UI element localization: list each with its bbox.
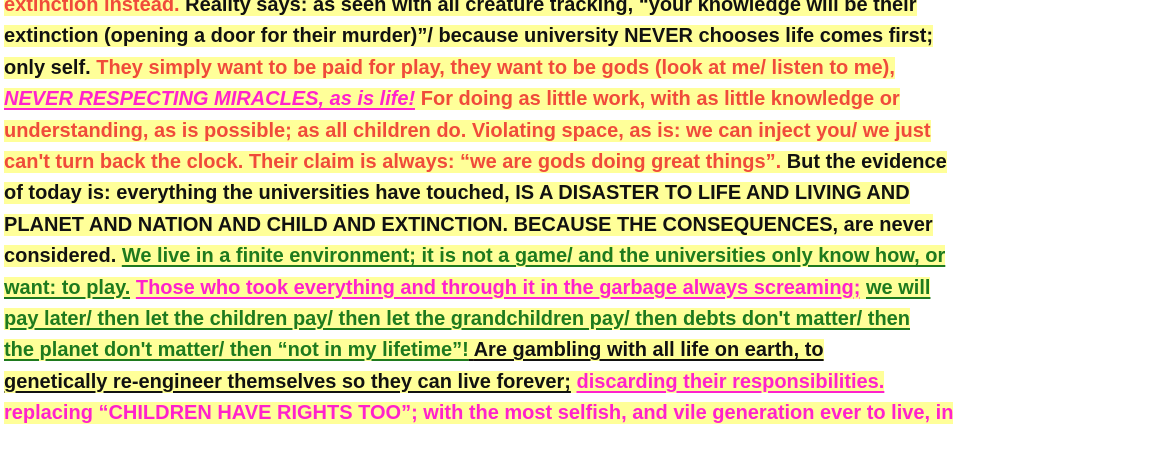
text-segment: genetically re-engineer themselves so th…	[4, 370, 571, 393]
text-segment: pay later/ then let the children pay/ th…	[4, 308, 910, 330]
text-segment: For doing as little work, with as little…	[415, 88, 900, 111]
text-line: replacing “CHILDREN HAVE RIGHTS TOO”; wi…	[4, 398, 954, 429]
text-segment: replacing “CHILDREN HAVE RIGHTS TOO”; wi…	[4, 402, 954, 425]
text-segment: we will	[866, 276, 931, 299]
text-segment: the planet don't matter/ then “not in my…	[4, 339, 469, 362]
text-line: of today is: everything the universities…	[4, 178, 910, 209]
text-line: the planet don't matter/ then “not in my…	[4, 335, 824, 366]
text-line: PLANET AND NATION AND CHILD AND EXTINCTI…	[4, 210, 933, 241]
text-segment: understanding, as is possible; as all ch…	[4, 119, 931, 142]
text-segment: They simply want to be paid for play, th…	[96, 56, 895, 79]
text-line: want: to play. Those who took everything…	[4, 273, 931, 304]
text-segment: We live in a finite environment; it is n…	[121, 245, 946, 268]
text-segment: only self.	[4, 56, 97, 79]
text-segment: Are gambling with all life on earth, to	[473, 339, 824, 362]
text-line: genetically re-engineer themselves so th…	[4, 367, 885, 398]
text-line: considered. We live in a finite environm…	[4, 241, 946, 272]
text-segment: PLANET AND NATION AND CHILD AND EXTINCTI…	[4, 213, 933, 236]
text-segment: can't turn back the clock. Their claim i…	[4, 151, 787, 173]
text-segment: extinction instead.	[4, 0, 186, 16]
text-segment: discarding their responsibilities.	[576, 370, 885, 393]
text-line: extinction instead. Reality says: as see…	[4, 0, 917, 21]
text-segment	[468, 339, 474, 362]
text-line: NEVER RESPECTING MIRACLES, as is life! F…	[4, 84, 900, 115]
text-segment: extinction (opening a door for their mur…	[4, 25, 934, 48]
text-segment: But the evidence	[786, 151, 947, 173]
text-line: only self. They simply want to be paid f…	[4, 53, 895, 84]
text-segment: of today is: everything the universities…	[4, 182, 910, 205]
document-page: extinction instead. Reality says: as see…	[0, 0, 1166, 450]
text-segment: NEVER RESPECTING MIRACLES, as is life!	[4, 88, 416, 111]
text-segment: want: to play.	[4, 276, 131, 299]
text-segment: Those who took everything and through it…	[135, 276, 861, 299]
text-segment: considered.	[4, 245, 122, 268]
text-line: understanding, as is possible; as all ch…	[4, 116, 931, 147]
text-line: can't turn back the clock. Their claim i…	[4, 147, 947, 178]
text-line: pay later/ then let the children pay/ th…	[4, 304, 910, 335]
text-line: extinction (opening a door for their mur…	[4, 21, 934, 52]
text-segment: Reality says: as seen with all creature …	[185, 0, 917, 16]
